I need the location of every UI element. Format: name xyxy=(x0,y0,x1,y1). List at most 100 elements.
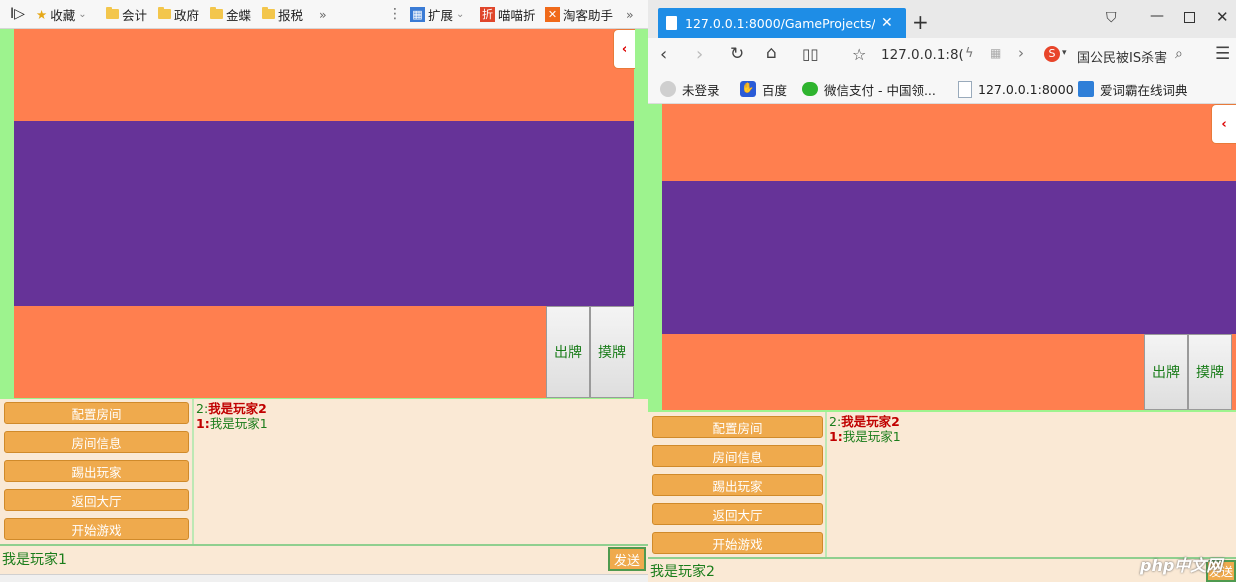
extension-taoke[interactable]: ✕ 淘客助手 xyxy=(545,5,613,23)
more-extensions-icon[interactable]: » xyxy=(626,5,634,23)
extension-label: 扩展 xyxy=(428,7,454,23)
qr-code-icon[interactable]: ▦ xyxy=(990,46,1001,60)
bookmark-favorites[interactable]: ★ 收藏 ⌄ xyxy=(36,5,87,23)
return-lobby-button[interactable]: 返回大厅 xyxy=(652,503,823,525)
zhe-icon: 折 xyxy=(480,6,495,22)
folder-icon xyxy=(210,7,223,19)
search-icon[interactable]: ⌕ xyxy=(1175,46,1183,62)
config-room-button[interactable]: 配置房间 xyxy=(652,416,823,438)
taoke-icon: ✕ xyxy=(545,6,560,22)
bookmark-label: 爱词霸在线词典 xyxy=(1100,82,1188,98)
forward-icon[interactable]: › xyxy=(696,44,703,65)
wechat-icon xyxy=(802,82,818,96)
star-icon: ★ xyxy=(36,6,48,22)
room-info-button[interactable]: 房间信息 xyxy=(652,445,823,467)
chat-sender-number: 2 xyxy=(196,401,204,416)
hamburger-menu-icon[interactable]: ☰ xyxy=(1215,44,1230,64)
bookmark-localhost[interactable]: 127.0.0.1:8000 xyxy=(958,80,1074,98)
menu-dots-icon[interactable]: ⋮ xyxy=(388,5,402,23)
return-lobby-button[interactable]: 返回大厅 xyxy=(4,489,189,511)
bookmark-label: 未登录 xyxy=(682,82,720,98)
sidebar-toggle-icon[interactable]: I▷ xyxy=(10,5,25,23)
side-panel-toggle[interactable]: ‹ xyxy=(1211,104,1236,144)
page-icon xyxy=(958,80,972,98)
chat-message: 1:我是玩家1 xyxy=(196,416,636,431)
bookmark-folder-zhengfu[interactable]: 政府 xyxy=(158,5,199,23)
status-bar xyxy=(0,574,648,582)
chat-message: 2:我是玩家2 xyxy=(196,401,636,416)
bookmark-folder-kuaiji[interactable]: 会计 xyxy=(106,5,147,23)
close-tab-icon[interactable]: ✕ xyxy=(881,15,893,31)
close-window-icon[interactable]: ✕ xyxy=(1216,8,1229,26)
chevron-right-icon[interactable]: › xyxy=(1018,44,1024,62)
home-icon[interactable]: ⌂ xyxy=(766,43,777,63)
start-game-button[interactable]: 开始游戏 xyxy=(4,518,189,540)
star-icon[interactable]: ☆ xyxy=(852,45,866,64)
more-bookmarks-icon[interactable]: » xyxy=(319,5,327,23)
refresh-icon[interactable]: ↻ xyxy=(730,44,744,64)
room-info-button[interactable]: 房间信息 xyxy=(4,431,189,453)
bookmark-wechat-pay[interactable]: 微信支付 - 中国领... xyxy=(802,80,936,98)
bookmark-label: 127.0.0.1:8000 xyxy=(978,81,1074,97)
sogou-search-icon[interactable]: S xyxy=(1044,46,1060,62)
shirt-icon[interactable]: ⛉ xyxy=(1106,10,1117,26)
folder-icon xyxy=(106,7,119,19)
folder-icon xyxy=(158,7,171,19)
minimize-icon[interactable]: — xyxy=(1150,8,1164,24)
kick-player-button[interactable]: 踢出玩家 xyxy=(652,474,823,496)
bookmark-folder-jindie[interactable]: 金蝶 xyxy=(210,5,251,23)
active-tab[interactable]: 127.0.0.1:8000/GameProjects/Gan ✕ xyxy=(658,8,906,38)
bookmark-login[interactable]: 未登录 xyxy=(660,80,720,98)
panel-divider xyxy=(825,412,827,557)
bookmark-iciba[interactable]: 爱词霸在线词典 xyxy=(1078,80,1188,98)
new-tab-button[interactable]: + xyxy=(912,10,929,34)
chevron-left-icon: ‹ xyxy=(1221,116,1227,132)
user-icon xyxy=(660,81,676,97)
play-card-button[interactable]: 出牌 xyxy=(1144,334,1188,410)
extension-label: 淘客助手 xyxy=(563,7,614,23)
chat-input[interactable] xyxy=(648,559,1188,582)
chevron-left-icon: ‹ xyxy=(621,41,628,57)
chevron-down-icon[interactable]: ▾ xyxy=(1062,48,1067,58)
chat-text: 我是玩家2 xyxy=(841,414,900,429)
maximize-icon[interactable] xyxy=(1184,12,1195,23)
bookmark-label: 报税 xyxy=(278,7,304,23)
bookmark-label: 收藏 xyxy=(50,7,76,23)
address-bar[interactable]: 127.0.0.1:8( xyxy=(881,47,964,63)
extension-miaomiaozhe[interactable]: 折 喵喵折 xyxy=(480,5,536,23)
extensions-button[interactable]: ▦ 扩展 ⌄ xyxy=(410,5,464,23)
table-area xyxy=(14,121,634,306)
search-box[interactable]: 国公民被IS杀害 xyxy=(1077,47,1167,66)
chat-log: 2:我是玩家2 1:我是玩家1 xyxy=(829,414,1229,444)
extension-label: 喵喵折 xyxy=(498,7,536,23)
extensions-icon: ▦ xyxy=(410,6,425,22)
chat-message: 2:我是玩家2 xyxy=(829,414,1229,429)
chat-log: 2:我是玩家2 1:我是玩家1 xyxy=(196,401,636,431)
chat-text: 我是玩家1 xyxy=(842,429,901,444)
config-room-button[interactable]: 配置房间 xyxy=(4,402,189,424)
left-bookmarks-bar: I▷ ★ 收藏 ⌄ 会计 政府 金蝶 报税 » ⋮ ▦ 扩展 ⌄ 折 喵喵折 ✕… xyxy=(0,0,648,29)
start-game-button[interactable]: 开始游戏 xyxy=(652,532,823,554)
bookmark-label: 金蝶 xyxy=(226,7,252,23)
draw-card-button[interactable]: 摸牌 xyxy=(590,306,634,398)
chat-sender-number: 1 xyxy=(196,416,205,431)
kick-player-button[interactable]: 踢出玩家 xyxy=(4,460,189,482)
side-panel-toggle[interactable]: ‹ xyxy=(613,29,635,69)
back-icon[interactable]: ‹ xyxy=(660,44,667,65)
bookmark-folder-baoshui[interactable]: 报税 xyxy=(262,5,303,23)
lightning-icon[interactable]: ϟ xyxy=(965,46,974,61)
chat-input[interactable] xyxy=(0,546,604,572)
baidu-icon: ✋ xyxy=(740,81,756,97)
watermark: php中文网 xyxy=(1140,556,1223,575)
bookmark-label: 微信支付 - 中国领... xyxy=(824,82,936,98)
table-area xyxy=(662,181,1236,334)
send-button[interactable]: 发送 xyxy=(608,547,646,571)
chat-sender-number: 1 xyxy=(829,429,838,444)
play-card-button[interactable]: 出牌 xyxy=(546,306,590,398)
reader-icon[interactable]: ▯▯ xyxy=(802,45,819,63)
bookmark-label: 会计 xyxy=(122,7,148,23)
player-hand-area xyxy=(14,306,634,398)
draw-card-button[interactable]: 摸牌 xyxy=(1188,334,1232,410)
panel-divider xyxy=(192,399,194,544)
bookmark-baidu[interactable]: ✋ 百度 xyxy=(740,80,787,98)
